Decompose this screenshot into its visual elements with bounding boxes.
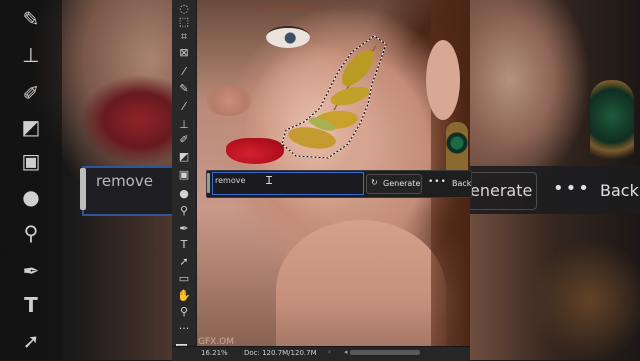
healing-brush-icon[interactable]: ✎ — [174, 80, 194, 98]
photo-nose — [206, 86, 252, 116]
text-cursor-icon: Ɪ — [266, 174, 273, 187]
generate-icon: ↻ — [371, 178, 378, 187]
zoom-icon[interactable]: ⚲ — [174, 303, 194, 321]
taskbar-drag-handle[interactable] — [207, 173, 210, 193]
type-icon[interactable]: T — [174, 236, 194, 254]
brush-icon: ✎ — [22, 7, 40, 31]
scroll-left-icon[interactable]: ◂ — [344, 348, 348, 356]
leaf-decoration — [288, 45, 377, 149]
more-options-button[interactable]: ••• — [428, 177, 447, 187]
frame-icon[interactable]: ⊠ — [174, 44, 194, 62]
rectangle-icon[interactable]: ▭ — [174, 270, 194, 288]
history-brush-icon: ✐ — [22, 81, 40, 105]
history-brush-icon[interactable]: ✐ — [174, 131, 194, 149]
photo-ear — [426, 40, 460, 120]
photo-neck — [276, 220, 446, 346]
dodge-icon[interactable]: ⚲ — [174, 202, 194, 220]
photo-eyebrow — [254, 6, 324, 19]
eraser-icon: ◩ — [21, 115, 41, 139]
leaf-selection[interactable] — [276, 32, 396, 162]
type-icon: T — [24, 293, 38, 317]
blur-icon[interactable]: ● — [174, 185, 194, 203]
background-toolbar-zoom: ✎ ⊥ ✐ ◩ ▣ ● ⚲ ✒ T ➚ — [0, 0, 62, 360]
path-select-icon[interactable]: ➚ — [174, 253, 194, 271]
eraser-icon[interactable]: ◩ — [174, 148, 194, 166]
zoom-level[interactable]: 16.21% — [201, 349, 228, 357]
blur-icon: ● — [22, 185, 40, 209]
pen-icon: ✒ — [22, 259, 40, 283]
back-button[interactable]: Back — [452, 179, 471, 188]
more-tools-icon[interactable]: ··· — [174, 320, 194, 338]
gradient-icon[interactable]: ▣ — [174, 166, 194, 184]
generate-label: Generate — [383, 179, 421, 188]
dodge-icon: ⚲ — [23, 221, 39, 245]
background-prompt-text: remove — [96, 172, 153, 190]
document-size: Doc: 120.7M/120.7M — [244, 349, 317, 357]
watermark: GFX.OM — [198, 337, 235, 347]
eyedropper-icon[interactable]: ⁄ — [174, 63, 194, 81]
prompt-text: remove — [215, 176, 246, 185]
brush-icon[interactable]: ⁄ — [174, 98, 194, 116]
clone-stamp-icon: ⊥ — [22, 43, 40, 67]
earring-blur — [590, 80, 634, 170]
background-drag-handle — [80, 168, 86, 210]
horizontal-scrollbar[interactable] — [350, 350, 420, 355]
background-back-label: Back — [600, 181, 639, 200]
gradient-icon: ▣ — [21, 149, 41, 173]
status-menu-arrow-icon[interactable]: › — [328, 348, 331, 356]
path-select-icon: ➚ — [22, 329, 40, 353]
background-generate-label: enerate — [470, 181, 533, 200]
background-more-label: ••• — [553, 178, 591, 199]
